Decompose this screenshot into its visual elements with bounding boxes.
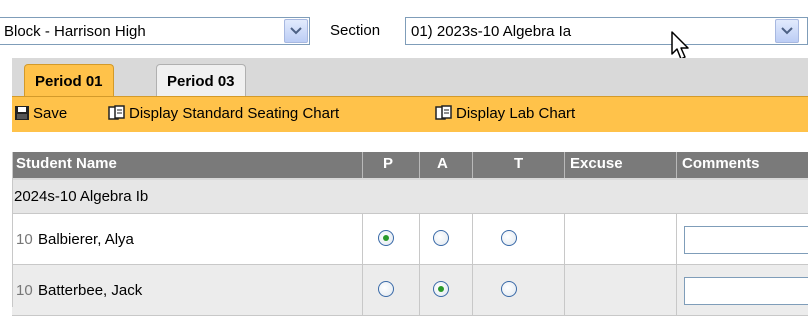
- save-button[interactable]: Save: [14, 105, 67, 122]
- column-header-present[interactable]: P: [383, 155, 393, 172]
- class-group-label: 2024s-10 Algebra Ib: [14, 188, 149, 205]
- lab-chart-label: Display Lab Chart: [456, 105, 576, 122]
- display-standard-seating-chart-button[interactable]: Display Standard Seating Chart: [108, 105, 339, 122]
- cell-divider: [564, 214, 565, 264]
- column-divider: [676, 152, 677, 178]
- tab-period-03[interactable]: Period 03: [156, 64, 246, 96]
- tardy-radio[interactable]: [501, 230, 517, 246]
- chevron-down-icon: [290, 27, 302, 35]
- column-divider: [472, 152, 473, 178]
- tab-label: Period 01: [35, 73, 103, 90]
- period-tab-strip: Period 01 Period 03: [12, 58, 808, 96]
- copy-icon: [435, 105, 452, 120]
- window-edge: [0, 0, 6, 307]
- cell-divider: [472, 214, 473, 264]
- present-radio[interactable]: [378, 230, 394, 246]
- column-header-excuse[interactable]: Excuse: [570, 155, 623, 172]
- column-header-student-name[interactable]: Student Name: [16, 155, 117, 172]
- column-divider: [419, 152, 420, 178]
- floppy-disk-icon: [15, 106, 29, 120]
- standard-chart-label: Display Standard Seating Chart: [129, 105, 340, 122]
- comment-input[interactable]: [684, 226, 808, 254]
- student-name: Batterbee, Jack: [38, 282, 143, 299]
- cell-divider: [676, 265, 677, 315]
- comment-input[interactable]: [684, 277, 808, 305]
- block-select-value: Block - Harrison High: [4, 23, 146, 40]
- student-name: Balbierer, Alya: [38, 231, 134, 248]
- block-select[interactable]: Block - Harrison High: [0, 17, 310, 45]
- cell-divider: [362, 214, 363, 264]
- section-dropdown-button[interactable]: [775, 19, 799, 43]
- copy-icon: [108, 105, 125, 120]
- table-left-border: [12, 152, 13, 307]
- section-select-value: 01) 2023s-10 Algebra Ia: [411, 23, 572, 40]
- block-dropdown-button[interactable]: [284, 19, 308, 43]
- selected-dot-icon: [438, 286, 444, 292]
- column-header-comments[interactable]: Comments: [682, 155, 760, 172]
- tab-label: Period 03: [167, 73, 235, 90]
- display-lab-chart-button[interactable]: Display Lab Chart: [435, 105, 575, 122]
- column-divider: [564, 152, 565, 178]
- absent-radio[interactable]: [433, 230, 449, 246]
- column-header-tardy[interactable]: T: [514, 155, 523, 172]
- student-grade: 10: [16, 231, 33, 248]
- present-radio[interactable]: [378, 281, 394, 297]
- cell-divider: [564, 265, 565, 315]
- table-row: 10 Batterbee, Jack: [12, 265, 808, 316]
- class-group-row: 2024s-10 Algebra Ib: [12, 180, 808, 214]
- section-select[interactable]: 01) 2023s-10 Algebra Ia: [405, 17, 808, 45]
- tardy-radio[interactable]: [501, 281, 517, 297]
- column-divider: [362, 152, 363, 178]
- selected-dot-icon: [383, 235, 389, 241]
- cell-divider: [419, 265, 420, 315]
- save-label: Save: [33, 105, 68, 122]
- toolbar: Save Display Standard Seating Chart Disp…: [12, 96, 808, 132]
- table-header: Student Name P A T Excuse Comments: [12, 152, 808, 180]
- chevron-down-icon: [781, 27, 793, 35]
- absent-radio[interactable]: [433, 281, 449, 297]
- student-grade: 10: [16, 282, 33, 299]
- cell-divider: [419, 214, 420, 264]
- tab-period-01[interactable]: Period 01: [24, 64, 114, 96]
- section-label: Section: [330, 22, 381, 39]
- cell-divider: [472, 265, 473, 315]
- column-header-absent[interactable]: A: [437, 155, 448, 172]
- cell-divider: [676, 214, 677, 264]
- table-row: 10 Balbierer, Alya: [12, 214, 808, 265]
- cell-divider: [362, 265, 363, 315]
